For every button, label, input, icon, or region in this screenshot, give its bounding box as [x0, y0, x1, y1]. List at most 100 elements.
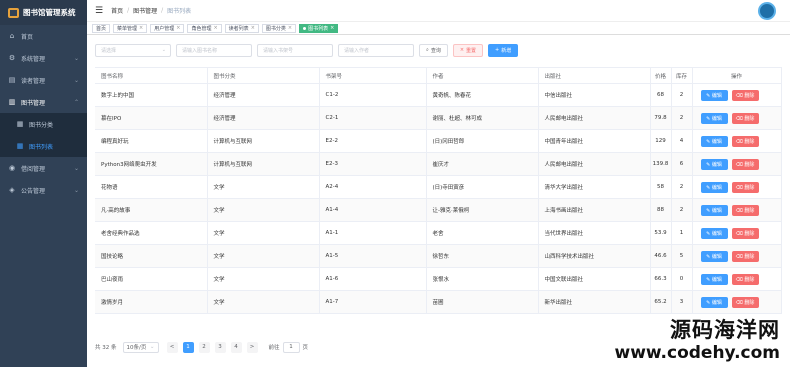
tag-readers[interactable]: 读者列表 ×: [224, 23, 259, 33]
page-button-2[interactable]: 2: [198, 341, 210, 353]
add-button[interactable]: + 新增: [488, 43, 519, 57]
table-cell: 46.6: [650, 244, 672, 268]
sidebar-item-notice[interactable]: ◈ 公告管理 ⌄: [0, 179, 87, 201]
close-icon[interactable]: ×: [176, 25, 180, 31]
sidebar-item-borrow[interactable]: ◉ 借阅管理 ⌄: [0, 157, 87, 179]
page-button-4[interactable]: 4: [230, 341, 242, 353]
delete-button[interactable]: ⌫ 删除: [731, 89, 759, 101]
sidebar-item-home[interactable]: ⌂ 首页: [0, 25, 87, 47]
table-cell: C1-2: [319, 83, 427, 107]
table-cell: 经济管理: [207, 106, 320, 130]
tag-book-list[interactable]: 图书列表 ×: [299, 23, 339, 33]
author-input[interactable]: 请输入作者: [338, 43, 414, 57]
edit-button[interactable]: ✎ 编辑: [700, 135, 728, 147]
delete-button[interactable]: ⌫ 删除: [731, 296, 759, 308]
sidebar-item-readers[interactable]: ▤ 读者管理 ⌄: [0, 69, 87, 91]
edit-button[interactable]: ✎ 编辑: [700, 296, 728, 308]
table-row: 数字上的中国 经济管理 C1-2 黄奇帆、陈春花 中信出版社 68 2 ✎ 编辑 ⌫ 删除: [95, 83, 782, 107]
tag-label: 图书列表: [308, 25, 329, 32]
table-cell: 清华大学出版社: [538, 175, 651, 199]
sidebar-item-book-list[interactable]: ▦ 图书列表: [0, 135, 87, 157]
table-cell-actions: ✎ 编辑 ⌫ 删除: [692, 129, 782, 153]
chevron-down-icon: ⌄: [73, 186, 79, 194]
delete-button[interactable]: ⌫ 删除: [731, 158, 759, 170]
table-cell: 当代世界出版社: [538, 221, 651, 245]
edit-button[interactable]: ✎ 编辑: [700, 250, 728, 262]
table-cell: 慕在IPO: [95, 106, 208, 130]
tag-menu[interactable]: 菜单管理 ×: [113, 23, 148, 33]
reset-button-label: 重置: [466, 47, 477, 54]
page-button-3[interactable]: 3: [214, 341, 226, 353]
sidebar-item-label: 首页: [21, 33, 34, 41]
sidebar-item-label: 图书列表: [29, 143, 54, 151]
sidebar-item-books[interactable]: ▥ 图书管理 ⌃: [0, 91, 87, 113]
chevron-down-icon: ⌄: [161, 47, 166, 53]
tag-roles[interactable]: 角色管理 ×: [187, 23, 222, 33]
delete-button[interactable]: ⌫ 删除: [731, 135, 759, 147]
delete-button[interactable]: ⌫ 删除: [731, 250, 759, 262]
delete-button[interactable]: ⌫ 删除: [731, 227, 759, 239]
goto-page-input[interactable]: 1: [282, 341, 300, 353]
page-button-1[interactable]: 1: [182, 341, 194, 353]
sidebar-item-label: 图书分类: [29, 121, 54, 129]
delete-button[interactable]: ⌫ 删除: [731, 204, 759, 216]
edit-button[interactable]: ✎ 编辑: [700, 158, 728, 170]
borrow-icon: ◉: [8, 164, 16, 172]
table-cell: 66.3: [650, 267, 672, 291]
table-cell: 3: [671, 290, 693, 314]
next-page-button[interactable]: >: [246, 341, 258, 353]
breadcrumb-home[interactable]: 首页: [111, 6, 123, 15]
main-area: ☰ 首页 / 图书管理 / 图书列表 首页 菜单管理 × 用户管理 × 角色管理 × …: [87, 0, 790, 367]
close-icon[interactable]: ×: [288, 25, 292, 31]
table-cell-actions: ✎ 编辑 ⌫ 删除: [692, 175, 782, 199]
edit-button[interactable]: ✎ 编辑: [700, 227, 728, 239]
table-cell: 让-雅克·莱俄柯: [426, 198, 539, 222]
table-cell: (日)冈田哲郎: [426, 129, 539, 153]
table-cell-actions: ✎ 编辑 ⌫ 删除: [692, 267, 782, 291]
table-cell: A2-4: [319, 175, 427, 199]
delete-button[interactable]: ⌫ 删除: [731, 112, 759, 124]
page-size-select[interactable]: 10条/页 ⌄: [122, 341, 159, 353]
book-name-input[interactable]: 请输入图书名称: [176, 43, 252, 57]
hamburger-icon[interactable]: ☰: [95, 6, 103, 16]
table-row: 巴山夜雨 文学 A1-6 张恨水 中国文联出版社 66.3 0 ✎ 编辑 ⌫ 删除: [95, 267, 782, 291]
shelf-code-input[interactable]: 请输入书架号: [257, 43, 333, 57]
breadcrumb-section: 图书管理: [133, 8, 158, 15]
delete-button[interactable]: ⌫ 删除: [731, 181, 759, 193]
category-select[interactable]: 请选择 ⌄: [95, 43, 171, 57]
edit-button[interactable]: ✎ 编辑: [700, 181, 728, 193]
close-icon[interactable]: ×: [251, 25, 255, 31]
table-cell: (日)寺田寅彦: [426, 175, 539, 199]
edit-button[interactable]: ✎ 编辑: [700, 273, 728, 285]
edit-button[interactable]: ✎ 编辑: [700, 112, 728, 124]
search-button[interactable]: ⌕ 查询: [419, 43, 448, 57]
tag-book-category[interactable]: 图书分类 ×: [261, 23, 297, 33]
app-title: 图书馆管理系统: [23, 8, 76, 17]
table-cell: A1-6: [319, 267, 427, 291]
edit-button[interactable]: ✎ 编辑: [700, 204, 728, 216]
delete-button[interactable]: ⌫ 删除: [731, 273, 759, 285]
table-cell: 文学: [207, 267, 320, 291]
tag-label: 图书分类: [265, 25, 286, 32]
table-cell: 文学: [207, 244, 320, 268]
chevron-down-icon: ⌄: [149, 344, 155, 350]
edit-button[interactable]: ✎ 编辑: [700, 89, 728, 101]
avatar[interactable]: [758, 2, 776, 20]
reset-button[interactable]: × 重置: [452, 43, 484, 57]
table-cell: 0: [671, 267, 693, 291]
table-cell: 编程真好玩: [95, 129, 208, 153]
search-button-label: 查询: [430, 47, 441, 54]
sidebar-item-book-category[interactable]: ▦ 图书分类: [0, 113, 87, 135]
table-cell: E2-3: [319, 152, 427, 176]
tag-home[interactable]: 首页: [92, 23, 111, 33]
table-cell-actions: ✎ 编辑 ⌫ 删除: [692, 198, 782, 222]
close-icon[interactable]: ×: [139, 25, 143, 31]
close-icon[interactable]: ×: [213, 25, 217, 31]
table-cell: A1-7: [319, 290, 427, 314]
tag-users[interactable]: 用户管理 ×: [150, 23, 185, 33]
close-icon[interactable]: ×: [330, 25, 334, 31]
sidebar-item-system[interactable]: ⚙ 系统管理 ⌄: [0, 47, 87, 69]
table-cell: 2: [671, 198, 693, 222]
home-icon: ⌂: [9, 32, 15, 40]
prev-page-button[interactable]: <: [166, 341, 178, 353]
